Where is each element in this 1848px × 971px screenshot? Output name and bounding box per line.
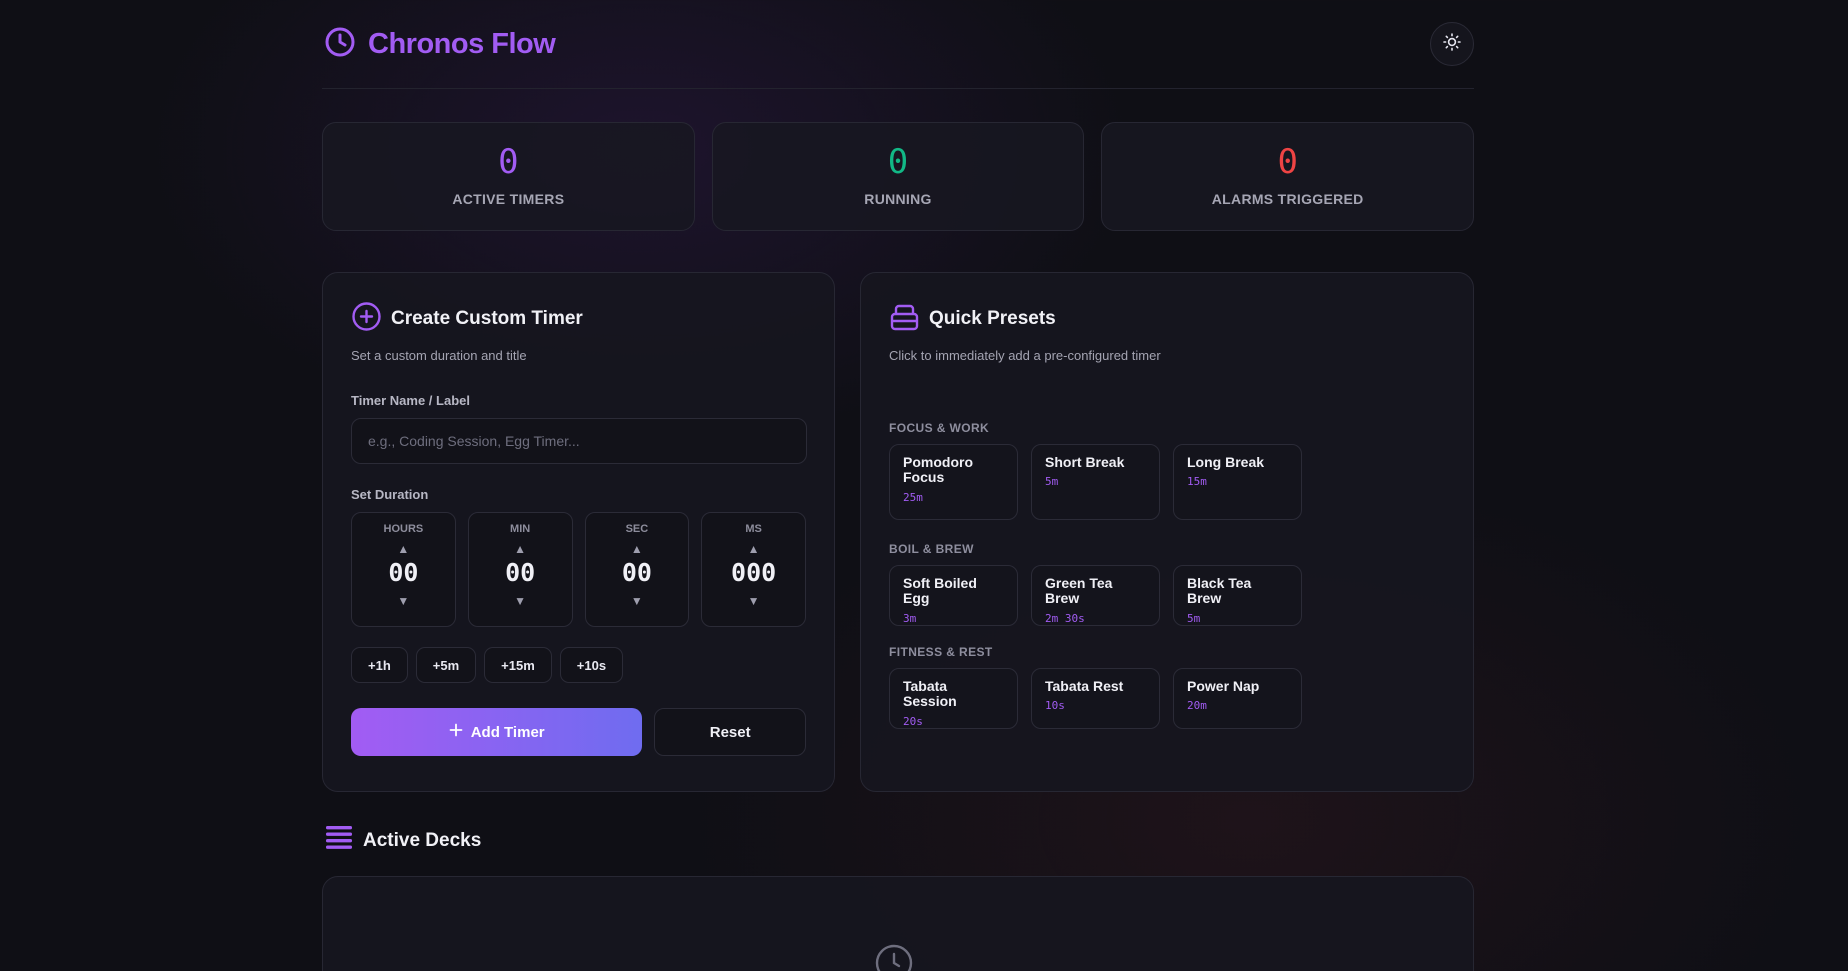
stat-label: ALARMS TRIGGERED <box>1211 191 1364 207</box>
stats-row: 0 ACTIVE TIMERS 0 RUNNING 0 ALARMS TRIGG… <box>322 122 1475 231</box>
quick-presets-panel: Quick Presets Click to immediately add a… <box>860 272 1474 792</box>
preset-time: 20m <box>1187 699 1207 713</box>
field-name: HOURS <box>383 523 424 535</box>
preset-name: Tabata Session <box>903 678 957 710</box>
preset-card[interactable]: Green Tea Brew 2m 30s <box>1031 565 1160 626</box>
sun-icon <box>1443 32 1461 56</box>
preset-group-title: FITNESS & REST <box>889 645 993 659</box>
clock-icon <box>324 26 356 63</box>
stat-running: 0 RUNNING <box>711 122 1085 231</box>
panels-row: Create Custom Timer Set a custom duratio… <box>322 272 1474 792</box>
panel-subtitle: Set a custom duration and title <box>351 348 527 363</box>
quick-add-row: +1h +5m +15m +10s <box>351 647 806 683</box>
clock-icon <box>874 943 914 971</box>
milliseconds-value[interactable]: 000 <box>702 559 805 587</box>
duration-fields: HOURS ▲ 00 ▼ MIN ▲ 00 ▼ SEC ▲ 00 ▼ MS ▲ … <box>351 512 806 627</box>
preset-time: 10s <box>1045 699 1065 713</box>
stat-label: ACTIVE TIMERS <box>452 191 565 207</box>
minutes-field: MIN ▲ 00 ▼ <box>467 512 573 627</box>
preset-card[interactable]: Soft Boiled Egg 3m <box>889 565 1018 626</box>
add-15m-button[interactable]: +15m <box>484 647 552 683</box>
preset-name: Black Tea Brew <box>1187 575 1252 607</box>
panel-title: Create Custom Timer <box>391 308 583 329</box>
hours-field: HOURS ▲ 00 ▼ <box>351 512 456 627</box>
section-title: Active Decks <box>363 829 482 851</box>
increment-arrow-icon[interactable]: ▲ <box>469 543 572 555</box>
preset-time: 15m <box>1187 475 1207 489</box>
increment-arrow-icon[interactable]: ▲ <box>352 543 455 555</box>
stat-value: 0 <box>887 142 909 182</box>
preset-time: 25m <box>903 490 923 504</box>
preset-group-focus: Pomodoro Focus 25m Short Break 5m Long B… <box>889 444 1445 520</box>
stat-value: 0 <box>1277 142 1298 182</box>
preset-time: 20s <box>903 714 923 728</box>
preset-name: Long Break <box>1187 454 1265 470</box>
preset-card[interactable]: Tabata Rest 10s <box>1031 668 1160 729</box>
stat-alarms-triggered: 0 ALARMS TRIGGERED <box>1101 122 1475 231</box>
stat-value: 0 <box>498 142 519 182</box>
app-title: Chronos Flow <box>368 27 556 60</box>
add-timer-label: Add Timer <box>470 723 545 741</box>
decrement-arrow-icon[interactable]: ▼ <box>586 595 689 607</box>
preset-name: Soft Boiled Egg <box>903 575 977 607</box>
stat-label: RUNNING <box>864 191 932 207</box>
plus-icon <box>449 723 463 741</box>
decrement-arrow-icon[interactable]: ▼ <box>469 595 572 607</box>
decrement-arrow-icon[interactable]: ▼ <box>352 595 455 607</box>
minutes-value[interactable]: 00 <box>469 559 572 587</box>
add-5m-button[interactable]: +5m <box>415 647 477 683</box>
duration-label: Set Duration <box>351 487 429 502</box>
increment-arrow-icon[interactable]: ▲ <box>586 543 689 555</box>
seconds-field: SEC ▲ 00 ▼ <box>584 512 690 627</box>
stat-active-timers: 0 ACTIVE TIMERS <box>322 122 695 231</box>
add-10s-button[interactable]: +10s <box>559 647 624 683</box>
preset-name: Green Tea Brew <box>1045 575 1113 607</box>
preset-time: 3m <box>903 611 917 625</box>
add-timer-button[interactable]: Add Timer <box>351 708 643 756</box>
preset-name: Power Nap <box>1187 678 1260 694</box>
panel-header: Create Custom Timer <box>351 301 806 337</box>
milliseconds-field: MS ▲ 000 ▼ <box>701 512 806 627</box>
preset-card[interactable]: Long Break 15m <box>1173 444 1302 520</box>
action-row: Add Timer Reset <box>351 708 806 756</box>
timer-name-input[interactable] <box>351 418 807 464</box>
field-name: MIN <box>510 523 531 535</box>
preset-card[interactable]: Short Break 5m <box>1031 444 1160 520</box>
decrement-arrow-icon[interactable]: ▼ <box>702 595 805 607</box>
create-timer-panel: Create Custom Timer Set a custom duratio… <box>322 272 835 792</box>
theme-toggle-button[interactable] <box>1430 22 1474 66</box>
field-name: SEC <box>625 523 649 535</box>
cake-icon <box>889 301 920 337</box>
active-decks-container <box>322 876 1474 971</box>
preset-group-title: FOCUS & WORK <box>889 421 990 435</box>
hours-value[interactable]: 00 <box>352 559 455 587</box>
reset-button[interactable]: Reset <box>654 708 806 756</box>
timer-name-label: Timer Name / Label <box>351 393 470 408</box>
field-name: MS <box>745 523 762 535</box>
app-header: Chronos Flow <box>322 0 1474 89</box>
preset-group-brew: Soft Boiled Egg 3m Green Tea Brew 2m 30s… <box>889 565 1445 626</box>
preset-time: 5m <box>1187 611 1201 625</box>
brand: Chronos Flow <box>322 26 556 63</box>
panel-subtitle: Click to immediately add a pre-configure… <box>889 348 1161 363</box>
stack-icon <box>325 825 353 856</box>
increment-arrow-icon[interactable]: ▲ <box>702 543 805 555</box>
preset-name: Short Break <box>1045 454 1125 470</box>
active-decks-header: Active Decks <box>322 825 1474 856</box>
preset-card[interactable]: Power Nap 20m <box>1173 668 1302 729</box>
preset-group-title: BOIL & BREW <box>889 542 974 556</box>
preset-group-fitness: Tabata Session 20s Tabata Rest 10s Power… <box>889 668 1445 729</box>
preset-card[interactable]: Tabata Session 20s <box>889 668 1018 729</box>
preset-time: 5m <box>1045 475 1059 489</box>
preset-time: 2m 30s <box>1045 611 1085 625</box>
preset-name: Tabata Rest <box>1045 678 1124 694</box>
preset-name: Pomodoro Focus <box>903 454 973 486</box>
panel-header: Quick Presets <box>889 301 1445 337</box>
plus-circle-icon <box>351 301 382 337</box>
preset-card[interactable]: Pomodoro Focus 25m <box>889 444 1018 520</box>
add-1h-button[interactable]: +1h <box>351 647 408 683</box>
panel-title: Quick Presets <box>929 308 1056 329</box>
preset-card[interactable]: Black Tea Brew 5m <box>1173 565 1302 626</box>
seconds-value[interactable]: 00 <box>586 559 689 587</box>
